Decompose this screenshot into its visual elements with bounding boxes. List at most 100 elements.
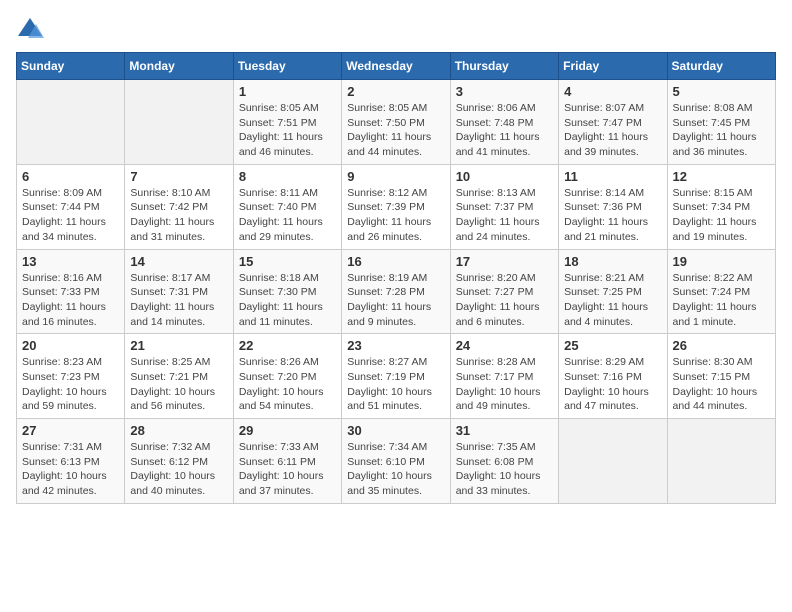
cell-day-number: 21	[130, 338, 227, 353]
cell-day-info: Sunrise: 8:19 AM Sunset: 7:28 PM Dayligh…	[347, 271, 444, 330]
calendar-cell: 13 Sunrise: 8:16 AM Sunset: 7:33 PM Dayli…	[17, 249, 125, 334]
calendar-cell: 29Sunrise: 7:33 AM Sunset: 6:11 PM Dayli…	[233, 419, 341, 504]
weekday-header-saturday: Saturday	[667, 53, 775, 80]
page-header	[16, 16, 776, 44]
calendar-cell: 27 Sunrise: 7:31 AM Sunset: 6:13 PM Dayli…	[17, 419, 125, 504]
weekday-header-friday: Friday	[559, 53, 667, 80]
cell-day-info: Sunrise: 7:35 AM Sunset: 6:08 PM Dayligh…	[456, 440, 553, 499]
weekday-header-row: SundayMondayTuesdayWednesdayThursdayFrid…	[17, 53, 776, 80]
cell-day-number: 11	[564, 169, 661, 184]
calendar-table: SundayMondayTuesdayWednesdayThursdayFrid…	[16, 52, 776, 504]
logo-icon	[16, 16, 44, 44]
cell-day-number: 20	[22, 338, 119, 353]
cell-day-number: 19	[673, 254, 770, 269]
calendar-cell: 15 Sunrise: 8:18 AM Sunset: 7:30 PM Dayli…	[233, 249, 341, 334]
cell-day-info: Sunrise: 8:08 AM Sunset: 7:45 PM Dayligh…	[673, 101, 770, 160]
calendar-cell: 22 Sunrise: 8:26 AM Sunset: 7:20 PM Dayli…	[233, 334, 341, 419]
calendar-header: SundayMondayTuesdayWednesdayThursdayFrid…	[17, 53, 776, 80]
calendar-cell: 11 Sunrise: 8:14 AM Sunset: 7:36 PM Dayli…	[559, 164, 667, 249]
cell-day-number: 5	[673, 84, 770, 99]
calendar-cell: 3 Sunrise: 8:06 AM Sunset: 7:48 PM Daylig…	[450, 80, 558, 165]
cell-day-number: 18	[564, 254, 661, 269]
cell-day-info: Sunrise: 8:23 AM Sunset: 7:23 PM Dayligh…	[22, 355, 119, 414]
cell-day-number: 1	[239, 84, 336, 99]
cell-day-info: Sunrise: 8:21 AM Sunset: 7:25 PM Dayligh…	[564, 271, 661, 330]
cell-day-number: 3	[456, 84, 553, 99]
calendar-cell: 18 Sunrise: 8:21 AM Sunset: 7:25 PM Dayli…	[559, 249, 667, 334]
weekday-header-sunday: Sunday	[17, 53, 125, 80]
cell-day-number: 7	[130, 169, 227, 184]
calendar-cell: 6 Sunrise: 8:09 AM Sunset: 7:44 PM Daylig…	[17, 164, 125, 249]
calendar-cell: 21 Sunrise: 8:25 AM Sunset: 7:21 PM Dayli…	[125, 334, 233, 419]
weekday-header-tuesday: Tuesday	[233, 53, 341, 80]
calendar-cell	[559, 419, 667, 504]
cell-day-info: Sunrise: 8:05 AM Sunset: 7:50 PM Dayligh…	[347, 101, 444, 160]
calendar-cell: 26 Sunrise: 8:30 AM Sunset: 7:15 PM Dayli…	[667, 334, 775, 419]
calendar-cell: 16Sunrise: 8:19 AM Sunset: 7:28 PM Dayli…	[342, 249, 450, 334]
calendar-cell: 4 Sunrise: 8:07 AM Sunset: 7:47 PM Daylig…	[559, 80, 667, 165]
cell-day-info: Sunrise: 8:17 AM Sunset: 7:31 PM Dayligh…	[130, 271, 227, 330]
cell-day-info: Sunrise: 7:34 AM Sunset: 6:10 PM Dayligh…	[347, 440, 444, 499]
calendar-cell	[667, 419, 775, 504]
calendar-cell: 19 Sunrise: 8:22 AM Sunset: 7:24 PM Dayli…	[667, 249, 775, 334]
weekday-header-thursday: Thursday	[450, 53, 558, 80]
cell-day-info: Sunrise: 8:16 AM Sunset: 7:33 PM Dayligh…	[22, 271, 119, 330]
cell-day-number: 15	[239, 254, 336, 269]
cell-day-number: 6	[22, 169, 119, 184]
week-row-2: 6 Sunrise: 8:09 AM Sunset: 7:44 PM Daylig…	[17, 164, 776, 249]
cell-day-number: 26	[673, 338, 770, 353]
calendar-cell: 25 Sunrise: 8:29 AM Sunset: 7:16 PM Dayli…	[559, 334, 667, 419]
calendar-cell: 12Sunrise: 8:15 AM Sunset: 7:34 PM Dayli…	[667, 164, 775, 249]
cell-day-number: 4	[564, 84, 661, 99]
cell-day-number: 2	[347, 84, 444, 99]
cell-day-number: 10	[456, 169, 553, 184]
cell-day-number: 28	[130, 423, 227, 438]
weekday-header-monday: Monday	[125, 53, 233, 80]
calendar-body: 1 Sunrise: 8:05 AM Sunset: 7:51 PM Daylig…	[17, 80, 776, 504]
cell-day-info: Sunrise: 8:25 AM Sunset: 7:21 PM Dayligh…	[130, 355, 227, 414]
cell-day-info: Sunrise: 7:31 AM Sunset: 6:13 PM Dayligh…	[22, 440, 119, 499]
cell-day-number: 8	[239, 169, 336, 184]
week-row-1: 1 Sunrise: 8:05 AM Sunset: 7:51 PM Daylig…	[17, 80, 776, 165]
cell-day-number: 25	[564, 338, 661, 353]
week-row-4: 20 Sunrise: 8:23 AM Sunset: 7:23 PM Dayli…	[17, 334, 776, 419]
calendar-cell: 9Sunrise: 8:12 AM Sunset: 7:39 PM Daylig…	[342, 164, 450, 249]
week-row-3: 13 Sunrise: 8:16 AM Sunset: 7:33 PM Dayli…	[17, 249, 776, 334]
cell-day-info: Sunrise: 8:10 AM Sunset: 7:42 PM Dayligh…	[130, 186, 227, 245]
cell-day-info: Sunrise: 8:14 AM Sunset: 7:36 PM Dayligh…	[564, 186, 661, 245]
calendar-cell: 31 Sunrise: 7:35 AM Sunset: 6:08 PM Dayli…	[450, 419, 558, 504]
cell-day-info: Sunrise: 8:30 AM Sunset: 7:15 PM Dayligh…	[673, 355, 770, 414]
calendar-cell: 28Sunrise: 7:32 AM Sunset: 6:12 PM Dayli…	[125, 419, 233, 504]
cell-day-info: Sunrise: 8:27 AM Sunset: 7:19 PM Dayligh…	[347, 355, 444, 414]
weekday-header-wednesday: Wednesday	[342, 53, 450, 80]
cell-day-number: 12	[673, 169, 770, 184]
cell-day-number: 13	[22, 254, 119, 269]
logo	[16, 16, 48, 44]
cell-day-number: 27	[22, 423, 119, 438]
cell-day-number: 22	[239, 338, 336, 353]
calendar-cell: 5 Sunrise: 8:08 AM Sunset: 7:45 PM Daylig…	[667, 80, 775, 165]
cell-day-info: Sunrise: 8:26 AM Sunset: 7:20 PM Dayligh…	[239, 355, 336, 414]
calendar-cell	[17, 80, 125, 165]
calendar-cell: 17Sunrise: 8:20 AM Sunset: 7:27 PM Dayli…	[450, 249, 558, 334]
calendar-cell: 20 Sunrise: 8:23 AM Sunset: 7:23 PM Dayli…	[17, 334, 125, 419]
calendar-cell: 2 Sunrise: 8:05 AM Sunset: 7:50 PM Daylig…	[342, 80, 450, 165]
calendar-cell	[125, 80, 233, 165]
calendar-cell: 8Sunrise: 8:11 AM Sunset: 7:40 PM Daylig…	[233, 164, 341, 249]
cell-day-info: Sunrise: 8:07 AM Sunset: 7:47 PM Dayligh…	[564, 101, 661, 160]
cell-day-info: Sunrise: 8:22 AM Sunset: 7:24 PM Dayligh…	[673, 271, 770, 330]
cell-day-info: Sunrise: 8:28 AM Sunset: 7:17 PM Dayligh…	[456, 355, 553, 414]
cell-day-info: Sunrise: 8:18 AM Sunset: 7:30 PM Dayligh…	[239, 271, 336, 330]
cell-day-info: Sunrise: 8:05 AM Sunset: 7:51 PM Dayligh…	[239, 101, 336, 160]
cell-day-info: Sunrise: 8:06 AM Sunset: 7:48 PM Dayligh…	[456, 101, 553, 160]
calendar-cell: 10 Sunrise: 8:13 AM Sunset: 7:37 PM Dayli…	[450, 164, 558, 249]
cell-day-info: Sunrise: 8:12 AM Sunset: 7:39 PM Dayligh…	[347, 186, 444, 245]
cell-day-info: Sunrise: 8:13 AM Sunset: 7:37 PM Dayligh…	[456, 186, 553, 245]
cell-day-info: Sunrise: 8:29 AM Sunset: 7:16 PM Dayligh…	[564, 355, 661, 414]
cell-day-info: Sunrise: 8:20 AM Sunset: 7:27 PM Dayligh…	[456, 271, 553, 330]
calendar-cell: 1 Sunrise: 8:05 AM Sunset: 7:51 PM Daylig…	[233, 80, 341, 165]
cell-day-number: 31	[456, 423, 553, 438]
cell-day-info: Sunrise: 8:09 AM Sunset: 7:44 PM Dayligh…	[22, 186, 119, 245]
cell-day-number: 24	[456, 338, 553, 353]
calendar-cell: 14Sunrise: 8:17 AM Sunset: 7:31 PM Dayli…	[125, 249, 233, 334]
